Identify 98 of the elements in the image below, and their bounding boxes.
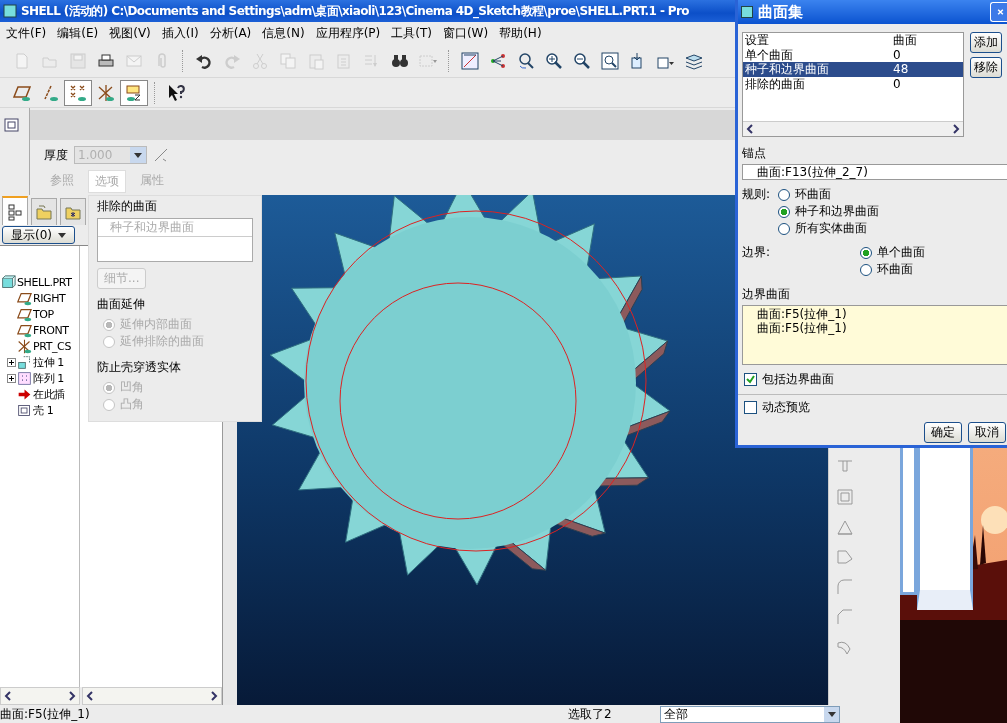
dialog-title: 曲面集 <box>758 2 803 22</box>
zoom-in-icon[interactable] <box>545 51 563 70</box>
extrude-icon <box>17 354 32 370</box>
tree-item[interactable]: SHELL.PRT <box>17 275 72 289</box>
plane-icon <box>17 322 32 338</box>
points-toggle[interactable] <box>64 79 92 106</box>
csys-icon <box>97 83 115 102</box>
pattern-icon <box>17 370 32 386</box>
checkmark-icon <box>746 375 755 384</box>
annotation-toggle[interactable] <box>120 79 148 106</box>
section-title: 排除的曲面 <box>97 198 158 215</box>
radio-option[interactable]: 种子和边界曲面 <box>778 203 879 220</box>
orient-icon[interactable] <box>517 51 535 70</box>
column-header: 曲面 <box>893 33 918 48</box>
cancel-button[interactable]: 取消 <box>968 422 1006 443</box>
section-title: 曲面延伸 <box>97 296 146 313</box>
field-label: 边界曲面 <box>742 286 791 303</box>
menu-item[interactable]: 文件(F) <box>2 22 51 44</box>
expand-icon[interactable] <box>7 357 16 367</box>
tree-item[interactable]: PRT_CS <box>33 339 71 353</box>
tree-icon <box>6 202 24 221</box>
tree-item[interactable]: 拉伸 1 <box>33 354 64 370</box>
tree-item[interactable]: FRONT <box>33 323 69 337</box>
layers-icon[interactable] <box>685 51 703 70</box>
menu-item[interactable]: 窗口(W) <box>438 22 493 44</box>
zoom-out-icon[interactable] <box>573 51 591 70</box>
menu-item[interactable]: 信息(N) <box>258 22 309 44</box>
panel-tab[interactable] <box>60 198 86 225</box>
app-icon <box>3 4 17 18</box>
shell-icon <box>17 402 32 418</box>
menu-item[interactable]: 工具(T) <box>387 22 436 44</box>
field-label: 边界: <box>742 244 772 261</box>
menu-item[interactable]: 应用程序(P) <box>311 22 385 44</box>
section-title: 防止壳穿透实体 <box>97 359 182 376</box>
tree-item[interactable]: RIGHT <box>33 291 66 305</box>
boundary-surfaces-list[interactable]: 曲面:F5(拉伸_1) 曲面:F5(拉伸_1) <box>742 305 1007 365</box>
repaint-icon[interactable] <box>461 51 479 70</box>
dialog-button[interactable]: 添加 <box>970 32 1002 53</box>
horizontal-scrollbar[interactable] <box>743 121 963 136</box>
dialog-button[interactable]: 移除 <box>970 57 1002 78</box>
list-item[interactable]: 曲面:F5(拉伸_1) <box>757 321 996 335</box>
filter-dropdown[interactable]: 全部 <box>660 705 840 723</box>
expand-icon[interactable] <box>7 373 16 383</box>
tree-item[interactable]: 壳 1 <box>33 402 54 418</box>
list-item[interactable]: 曲面:F5(拉伸_1) <box>757 307 996 321</box>
status-message: 曲面:F5(拉伸_1) <box>0 705 91 723</box>
list-row[interactable]: 排除的曲面 0 <box>743 76 963 91</box>
folders-icon <box>35 203 53 221</box>
selection-count: 选取了2 <box>568 705 613 723</box>
horizontal-scrollbar[interactable] <box>82 687 222 705</box>
list-row[interactable]: 单个曲面 0 <box>743 47 963 62</box>
app-icon <box>741 6 753 18</box>
shell-feature-icon[interactable] <box>3 116 21 134</box>
surface-set-list[interactable]: 设置 曲面 单个曲面 0 种子和边界曲面 48 排除的曲面 0 <box>742 32 964 137</box>
menu-item[interactable]: 插入(I) <box>157 22 203 44</box>
tree-item[interactable]: 阵列 1 <box>33 370 64 386</box>
checkbox[interactable]: 包括边界曲面 <box>744 371 1007 388</box>
menu-item[interactable]: 分析(A) <box>205 22 256 44</box>
caret-icon <box>58 232 66 238</box>
checkbox[interactable]: 动态预览 <box>744 399 1007 416</box>
radio-option[interactable]: 单个曲面 <box>860 244 925 261</box>
spin-center-icon[interactable] <box>489 51 507 70</box>
tree-item[interactable]: TOP <box>33 307 54 321</box>
field-label: 锚点 <box>742 145 767 162</box>
flip-icon[interactable] <box>153 147 169 163</box>
ok-button[interactable]: 确定 <box>924 422 962 443</box>
points-icon <box>69 83 87 102</box>
column-header: 设置 <box>745 33 770 48</box>
gear-drawing[interactable] <box>269 195 671 586</box>
refit-icon[interactable] <box>601 51 619 70</box>
thickness-label: 厚度 <box>44 146 68 164</box>
menu-item[interactable]: 帮助(H) <box>495 22 546 44</box>
printer-icon[interactable] <box>97 51 115 70</box>
panel-tab[interactable] <box>2 196 28 225</box>
help-cursor-icon <box>167 83 185 102</box>
horizontal-scrollbar[interactable] <box>0 687 80 705</box>
radio-option[interactable]: 环曲面 <box>860 261 925 278</box>
csys-icon <box>17 338 32 354</box>
caret-icon <box>134 152 142 158</box>
tree-item[interactable]: 在此插 <box>33 386 65 402</box>
plane-icon <box>17 290 32 306</box>
caret-icon <box>827 711 836 717</box>
close-button[interactable] <box>990 2 1007 22</box>
anchor-field[interactable]: 曲面:F13(拉伸_2_7) <box>742 164 1007 180</box>
field-label: 规则: <box>742 186 772 203</box>
axis-icon <box>41 83 59 102</box>
list-row[interactable]: 种子和边界曲面 48 <box>743 62 963 77</box>
annotation-icon <box>125 83 143 102</box>
radio-option[interactable]: 所有实体曲面 <box>778 220 879 237</box>
plane-icon <box>17 306 32 322</box>
close-icon <box>997 6 1004 18</box>
plane-icon <box>13 83 31 102</box>
menu-item[interactable]: 编辑(E) <box>53 22 103 44</box>
menu-item[interactable]: 视图(V) <box>105 22 155 44</box>
radio-option[interactable]: 环曲面 <box>778 186 879 203</box>
window-title: SHELL (活动的) C:\Documents and Settings\adm\桌面\xiaoli\123\Cinema 4D_Sketch教程\proe\SHELL.PRT.1 - Pro <box>21 2 689 20</box>
part-icon <box>1 274 16 290</box>
show-menu-button[interactable]: 显示(0) <box>2 226 75 244</box>
